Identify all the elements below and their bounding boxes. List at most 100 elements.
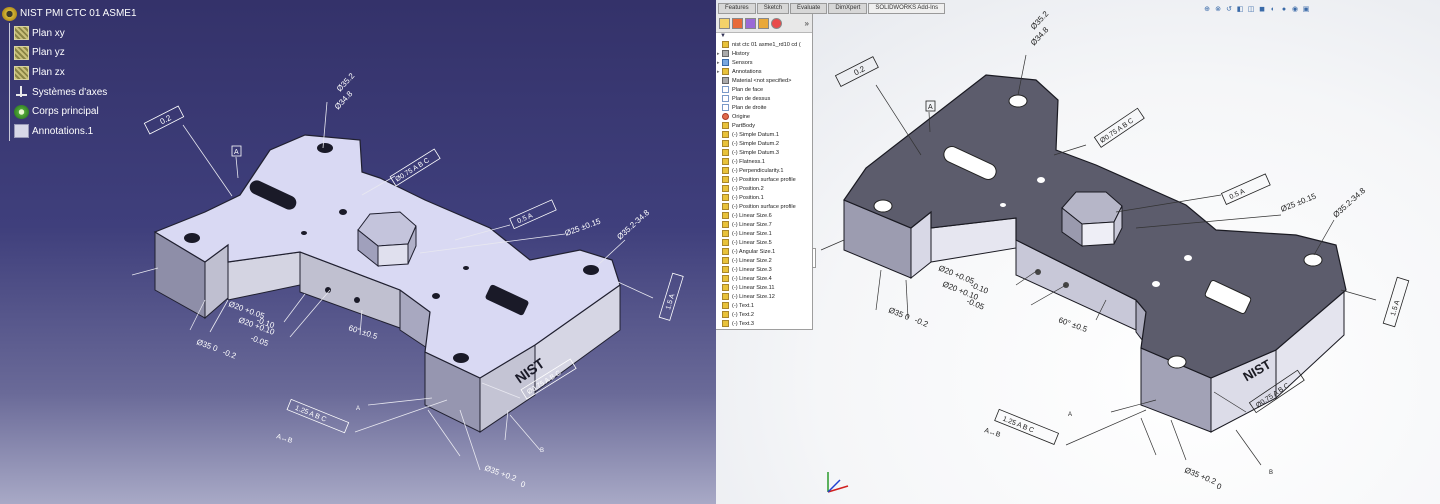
feature-tree-item[interactable]: (-) Linear Size.7 xyxy=(717,220,812,229)
appearance-icon[interactable]: ● xyxy=(1280,6,1288,14)
tree-item-main-body[interactable]: Corps principal xyxy=(2,102,137,122)
feature-tree-item[interactable]: Material <not specified> xyxy=(717,76,812,85)
previous-view-icon[interactable]: ↺ xyxy=(1225,6,1233,14)
feature-tree-item[interactable]: (-) Linear Size.2 xyxy=(717,256,812,265)
tab-addins[interactable]: SOLIDWORKS Add-Ins xyxy=(868,3,946,14)
view-settings-icon[interactable]: ▣ xyxy=(1302,6,1310,14)
feature-tree-item[interactable]: (-) Perpendicularity.1 xyxy=(717,166,812,175)
catia-diam-35: Ø35 0 xyxy=(195,337,219,353)
tab-features[interactable]: Features xyxy=(718,3,756,14)
solidworks-3d-view[interactable]: NIST 0.2 A Ø35.2 Ø34.8 Ø0.75 A B C 0.5 A… xyxy=(716,0,1440,504)
feature-tree-item[interactable]: (-) Linear Size.11 xyxy=(717,283,812,292)
section-view-icon[interactable]: ◧ xyxy=(1236,6,1244,14)
feature-tree-item[interactable]: (-) Position.2 xyxy=(717,184,812,193)
feature-tree-item[interactable]: (-) Simple Datum.2 xyxy=(717,139,812,148)
feature-tree-label: Plan de dessus xyxy=(732,95,771,102)
sw-label-a: A xyxy=(1068,412,1072,418)
feature-tree-item[interactable]: ▸ Annotations xyxy=(717,67,812,76)
feature-icon xyxy=(722,149,729,156)
catia-arrow-label: A↔B xyxy=(275,433,293,445)
feature-icon xyxy=(722,68,729,75)
feature-tree-item[interactable]: (-) Linear Size.1 xyxy=(717,229,812,238)
sw-arrow-label: A↔B xyxy=(983,427,1001,439)
feature-tree-item[interactable]: Plan de dessus xyxy=(717,94,812,103)
sw-diam-35b: Ø35 +0.2 xyxy=(1183,466,1218,487)
hide-show-icon[interactable]: ◐ xyxy=(1269,6,1277,14)
feature-icon xyxy=(722,221,729,228)
feature-icon xyxy=(722,50,729,57)
feature-tree-item[interactable]: (-) Linear Size.5 xyxy=(717,238,812,247)
solidworks-viewport[interactable]: NIST 0.2 A Ø35.2 Ø34.8 Ø0.75 A B C 0.5 A… xyxy=(716,0,1440,504)
tree-item-axis-systems[interactable]: Systèmes d'axes xyxy=(2,82,137,102)
sw-position-top: Ø0.75 A B C xyxy=(1099,117,1135,144)
feature-tree-item[interactable]: (-) Position surface profile xyxy=(717,175,812,184)
sw-diam-20b-tol: -0.05 xyxy=(965,297,986,312)
property-manager-icon[interactable] xyxy=(732,17,743,29)
tab-evaluate[interactable]: Evaluate xyxy=(790,3,828,14)
filter-icon[interactable]: ▼ xyxy=(716,33,812,40)
tree-item-plan-yz[interactable]: Plan yz xyxy=(2,43,137,63)
feature-tree-label: (-) Position.2 xyxy=(732,185,764,192)
feature-tree-item[interactable]: Plan de droite xyxy=(717,103,812,112)
feature-tree-item[interactable]: (-) Simple Datum.3 xyxy=(717,148,812,157)
feature-tree-item[interactable]: (-) Simple Datum.1 xyxy=(717,130,812,139)
feature-tree-item[interactable]: ▸ History xyxy=(717,49,812,58)
feature-icon xyxy=(722,59,729,66)
zoom-to-fit-icon[interactable]: ⊕ xyxy=(1203,6,1211,14)
catia-angle: 60° ±0.5 xyxy=(347,323,379,341)
panel-splitter[interactable] xyxy=(812,248,816,268)
catia-part-model[interactable]: NIST xyxy=(153,134,621,433)
more-tabs-icon[interactable]: » xyxy=(805,19,809,28)
feature-tree-item[interactable]: PartBody xyxy=(717,121,812,130)
catia-parallelism: 1.5 A xyxy=(665,293,676,311)
tab-sketch[interactable]: Sketch xyxy=(756,3,790,14)
feature-tree-item[interactable]: (-) Linear Size.3 xyxy=(717,265,812,274)
feature-tree-item[interactable]: (-) Text.3 xyxy=(717,319,812,328)
feature-tree-item[interactable]: ▸ Sensors xyxy=(717,58,812,67)
feature-tree-item[interactable]: (-) Flatness.1 xyxy=(717,157,812,166)
catia-diam-range: Ø35.2-34.8 xyxy=(615,208,651,242)
feature-tree-label: Plan de droite xyxy=(732,104,767,111)
feature-tree-item[interactable]: (-) Text.1 xyxy=(717,301,812,310)
feature-tree-item[interactable]: (-) Position.1 xyxy=(717,193,812,202)
view-orientation-icon[interactable]: ◫ xyxy=(1247,6,1255,14)
feature-tree-label: History xyxy=(732,50,750,57)
zoom-area-icon[interactable]: ⊗ xyxy=(1214,6,1222,14)
feature-icon xyxy=(722,122,729,129)
tree-item-plan-zx[interactable]: Plan zx xyxy=(2,63,137,83)
feature-tree-icon[interactable] xyxy=(719,17,730,29)
feature-tree-item[interactable]: Plan de face xyxy=(717,85,812,94)
tree-root-item[interactable]: NIST PMI CTC 01 ASME1 xyxy=(2,4,137,24)
sw-diam-top: Ø35.2 xyxy=(1029,9,1051,31)
tab-dimxpert[interactable]: DimXpert xyxy=(828,3,868,14)
feature-tree-item[interactable]: (-) Text.2 xyxy=(717,310,812,319)
feature-tree-item[interactable]: (-) Linear Size.4 xyxy=(717,274,812,283)
feature-tree-item[interactable]: nist ctc 01 asme1_rd10 cd ( xyxy=(717,40,812,49)
catia-diam-35b: Ø35 +0.2 xyxy=(483,463,518,483)
feature-tree-item[interactable]: (-) Angular Size.1 xyxy=(717,247,812,256)
catia-viewport[interactable]: NIST 0.2 A Ø35.2 Ø34.8 Ø0.75 A B C 0.5 A… xyxy=(0,0,716,504)
display-manager-icon[interactable] xyxy=(771,17,782,29)
feature-tree-label: (-) Text.2 xyxy=(732,311,754,318)
tree-item-annotations[interactable]: Annotations.1 xyxy=(2,122,137,142)
feature-tree-item[interactable]: (-) Linear Size.6 xyxy=(717,211,812,220)
feature-tree-label: (-) Linear Size.4 xyxy=(732,275,772,282)
feature-icon xyxy=(722,239,729,246)
display-style-icon[interactable]: ◼ xyxy=(1258,6,1266,14)
tree-item-plan-xy[interactable]: Plan xy xyxy=(2,24,137,44)
feature-icon xyxy=(722,41,729,48)
feature-tree-item[interactable]: (-) Linear Size.12 xyxy=(717,292,812,301)
feature-tree-item[interactable]: (-) Position surface profile xyxy=(717,202,812,211)
feature-icon xyxy=(722,257,729,264)
sw-datum-a: A xyxy=(928,104,933,111)
feature-tree-label: Sensors xyxy=(732,59,753,66)
configuration-manager-icon[interactable] xyxy=(745,17,756,29)
feature-icon xyxy=(722,203,729,210)
sw-part-model[interactable]: NIST xyxy=(843,74,1347,433)
scene-icon[interactable]: ◉ xyxy=(1291,6,1299,14)
feature-tree-item[interactable]: Origine xyxy=(717,112,812,121)
dimxpert-manager-icon[interactable] xyxy=(758,17,769,29)
tree-item-label: Plan yz xyxy=(32,47,65,59)
feature-icon xyxy=(722,158,729,165)
axis-system-icon xyxy=(14,85,29,99)
